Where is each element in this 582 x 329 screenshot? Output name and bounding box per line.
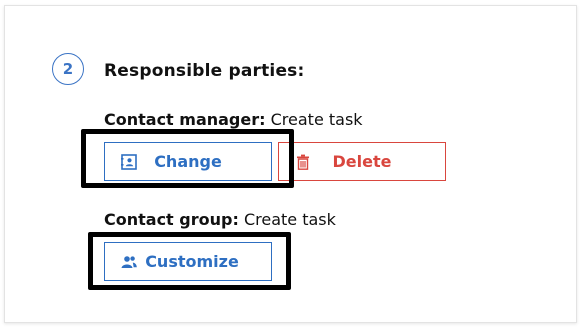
customize-button-highlight <box>88 232 291 290</box>
step-number: 2 <box>62 60 74 78</box>
section-title: Responsible parties: <box>104 61 305 81</box>
change-button-highlight <box>81 129 294 188</box>
delete-button-label: Delete <box>332 152 392 171</box>
contact-manager-value: Create task <box>270 110 363 129</box>
delete-button[interactable]: Delete <box>278 142 446 181</box>
contact-group-row: Contact group: Create task <box>104 210 336 229</box>
trash-icon <box>297 154 309 170</box>
contact-group-label: Contact group: <box>104 210 239 229</box>
contact-manager-label: Contact manager: <box>104 110 266 129</box>
contact-manager-row: Contact manager: Create task <box>104 110 363 129</box>
step-number-badge: 2 <box>52 53 84 85</box>
contact-group-value: Create task <box>243 210 336 229</box>
